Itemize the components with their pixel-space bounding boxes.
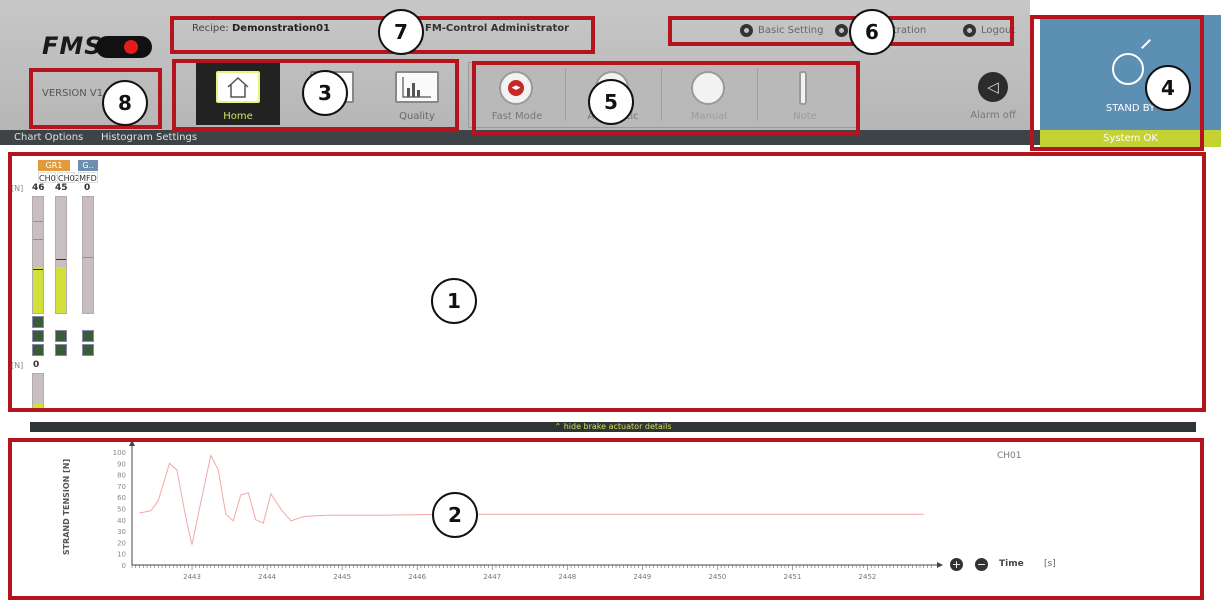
callout-number-8: 8 [102, 80, 148, 126]
callout-number-1: 1 [431, 278, 477, 324]
callout-number-4: 4 [1145, 65, 1191, 111]
brake-details-toggle[interactable]: ⌃ hide brake actuator details [30, 422, 1196, 432]
logo-dot [124, 40, 138, 54]
callout-number-2: 2 [432, 492, 478, 538]
brake-toggle-label: hide brake actuator details [563, 422, 672, 431]
callout-box-5 [472, 61, 860, 135]
alarm-label: Alarm off [970, 110, 1016, 121]
callout-box-1 [8, 152, 1206, 412]
callout-number-7: 7 [378, 9, 424, 55]
chart-options-menu[interactable]: Chart Options [14, 132, 83, 143]
callout-box-6 [668, 16, 1014, 46]
fms-logo: FMS [42, 32, 103, 60]
histogram-settings-menu[interactable]: Histogram Settings [101, 132, 197, 143]
callout-number-5: 5 [588, 79, 634, 125]
callout-number-6: 6 [849, 9, 895, 55]
chevron-up-icon: ⌃ [554, 422, 562, 431]
speaker-icon[interactable]: ◁ [978, 72, 1008, 102]
callout-number-3: 3 [302, 70, 348, 116]
callout-box-2 [8, 438, 1204, 600]
